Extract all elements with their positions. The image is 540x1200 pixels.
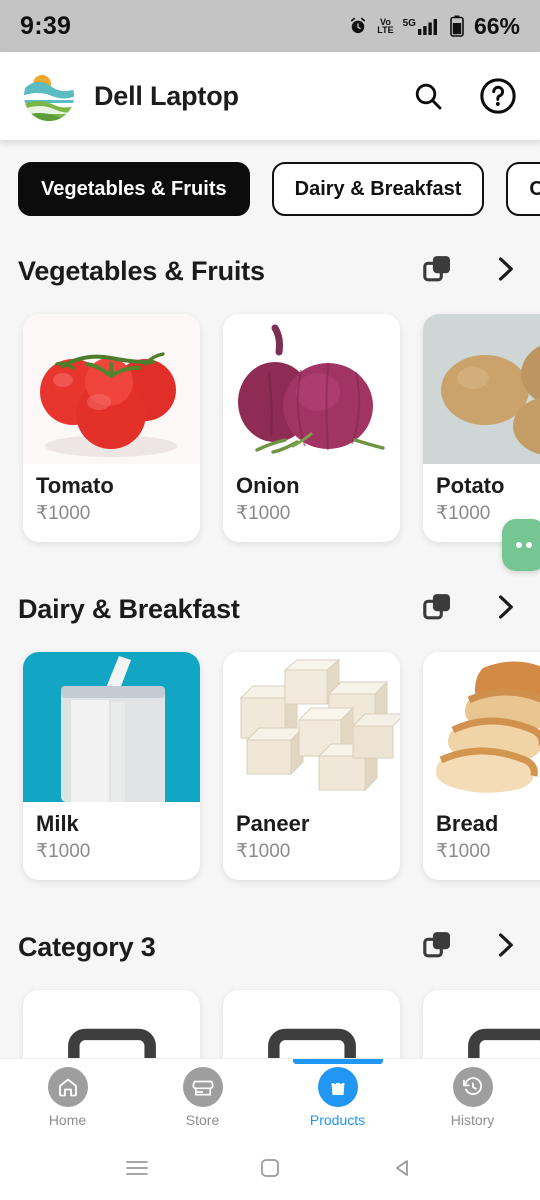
battery-icon [450,15,464,37]
product-price: ₹1000 [36,503,91,525]
product-name: Potato [436,473,505,498]
product-info: Milk ₹1000 [23,802,200,880]
nav-item-products[interactable]: Products [270,1059,405,1136]
product-price: ₹1000 [236,841,291,863]
chat-widget[interactable] [502,519,540,571]
help-icon[interactable] [478,76,518,116]
page-title: Dell Laptop [94,80,239,111]
product-info: Bread ₹1000 [423,802,540,880]
product-row-dairy-breakfast[interactable]: Milk ₹1000 Paneer ₹1000 Bread ₹1000 [0,636,540,881]
milk-image [23,652,200,803]
product-card-tomato[interactable]: Tomato ₹1000 [23,314,200,543]
section-title: Dairy & Breakfast [18,593,240,624]
chevron-right-icon[interactable] [490,930,520,965]
category-chip-row[interactable]: Vegetables & Fruits Dairy & Breakfast Ca… [0,140,540,234]
nav-label: Products [309,1112,366,1128]
product-name: Bread [436,811,499,837]
home-icon [47,1067,88,1107]
bottom-navigation: Home Store Products History [0,1058,540,1136]
dot [526,542,532,548]
section-header-vegetables-fruits: Vegetables & Fruits [0,234,540,298]
copy-icon[interactable] [420,251,456,292]
dot [516,542,522,548]
nav-label: Home [48,1112,87,1128]
chevron-right-icon[interactable] [490,592,520,627]
section-header-dairy-breakfast: Dairy & Breakfast [0,572,540,636]
recents-button[interactable] [107,1148,167,1188]
chevron-right-icon[interactable] [490,254,520,289]
product-info: Paneer ₹1000 [223,802,400,880]
product-name: Tomato [36,473,114,498]
status-bar: 9:39 Vo LTE 5G 66% [0,0,540,52]
copy-icon[interactable] [420,927,456,968]
product-card-bread[interactable]: Bread ₹1000 [423,652,540,881]
nav-item-store[interactable]: Store [135,1059,270,1136]
nav-label: History [450,1112,495,1128]
section-actions [420,589,520,630]
product-card-potato[interactable]: Potato ₹1000 [423,314,540,543]
section-title: Category 3 [18,931,156,962]
chip-vegetables-fruits[interactable]: Vegetables & Fruits [18,162,250,216]
battery-percent: 66% [473,12,520,39]
app-logo [22,69,76,123]
section-header-category-3: Category 3 [0,910,540,974]
alarm-icon [348,16,368,36]
product-price: ₹1000 [236,503,291,525]
product-row-vegetables-fruits[interactable]: Tomato ₹1000 Onion ₹1000 Potato ₹1000 [0,298,540,543]
status-time: 9:39 [20,11,72,40]
product-card-milk[interactable]: Milk ₹1000 [23,652,200,881]
product-name: Milk [36,811,79,837]
product-info: Onion ₹1000 [223,464,400,542]
product-name: Paneer [236,811,310,837]
android-navigation-bar [0,1136,540,1200]
home-button[interactable] [240,1148,300,1188]
header-actions [408,76,518,116]
section-actions [420,927,520,968]
product-info: Tomato ₹1000 [23,464,200,542]
back-button[interactable] [373,1148,433,1188]
product-card-paneer[interactable]: Paneer ₹1000 [223,652,400,881]
status-icons: Vo LTE 5G 66% [348,13,520,40]
nav-label: Store [185,1112,220,1128]
section-title: Vegetables & Fruits [18,255,265,286]
search-icon[interactable] [408,76,448,116]
copy-icon[interactable] [420,589,456,630]
potato-image [423,314,540,464]
section-actions [420,251,520,292]
active-tab-indicator [292,1059,383,1064]
phone-screen: 9:39 Vo LTE 5G 66% Dell Laptop Vegetable… [0,0,540,1200]
scroll-content[interactable]: Vegetables & Fruits Dairy & Breakfast Ca… [0,140,540,1080]
chip-dairy-breakfast[interactable]: Dairy & Breakfast [271,162,485,216]
onion-image [223,314,400,464]
signal-icon: 5G [403,16,441,36]
tomato-image [23,314,200,464]
store-icon [182,1067,223,1107]
history-icon [452,1067,493,1107]
product-price: ₹1000 [36,841,91,863]
product-price: ₹1000 [436,841,491,863]
app-header: Dell Laptop [0,52,540,140]
bread-image [423,652,540,803]
product-card-onion[interactable]: Onion ₹1000 [223,314,400,543]
paneer-image [223,652,400,803]
product-name: Onion [236,473,300,498]
shopping-bag-icon [317,1067,358,1107]
nav-item-home[interactable]: Home [0,1059,135,1136]
chip-category-3[interactable]: Category 3 [506,162,540,216]
volte-icon: Vo LTE [377,17,394,35]
nav-item-history[interactable]: History [405,1059,540,1136]
